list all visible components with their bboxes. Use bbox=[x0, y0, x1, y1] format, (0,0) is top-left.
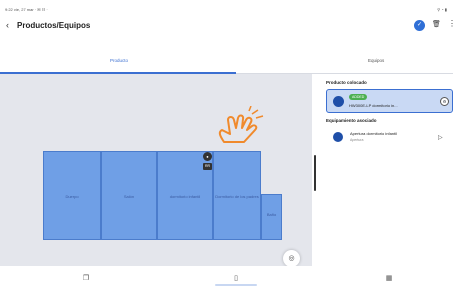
trash-icon[interactable]: 🗑 bbox=[432, 20, 441, 28]
nav-devices-icon[interactable]: ❐ bbox=[76, 274, 96, 282]
tab-producto[interactable]: Producto bbox=[110, 58, 128, 63]
more-vert-icon[interactable]: ⋮ bbox=[448, 19, 453, 28]
nav-floorplan-icon[interactable]: ▯ bbox=[226, 274, 246, 282]
equipment-type: Apertura bbox=[350, 138, 364, 142]
product-action-icon[interactable]: ⚙ bbox=[440, 97, 449, 106]
equipment-avatar-icon bbox=[333, 132, 343, 142]
status-badge: ADDED bbox=[349, 94, 368, 100]
product-marker-tag: RR bbox=[203, 163, 212, 170]
room-dormitorio-padres[interactable]: Dormitorio de los padres bbox=[213, 151, 261, 240]
app-bar: ‹ Productos/Equipos ✓ 🗑 ⋮ bbox=[0, 16, 453, 36]
page-title: Productos/Equipos bbox=[17, 21, 91, 30]
tab-equipos[interactable]: Equipos bbox=[368, 58, 384, 63]
nav-grid-icon[interactable]: ▦ bbox=[379, 274, 399, 282]
nav-active-indicator bbox=[215, 284, 257, 286]
product-section-title: Producto colocado bbox=[326, 80, 367, 85]
product-avatar-icon bbox=[333, 96, 344, 107]
tap-hand-icon bbox=[218, 106, 264, 143]
details-panel: Producto colocado ADDED HW300E-LP dormit… bbox=[318, 74, 453, 266]
equipment-name: Apertura dormitorio infantil bbox=[350, 131, 397, 136]
bottom-navigation: ❐ ▯ ▦ bbox=[0, 266, 453, 288]
status-left: 9:22 vie, 27 mar · ✉ ☷ · bbox=[5, 7, 48, 12]
product-card[interactable]: ADDED HW300E-LP dormitorio in... ⚙ › bbox=[326, 89, 453, 113]
play-icon[interactable]: ▷ bbox=[438, 134, 443, 141]
recenter-button[interactable]: ◎ bbox=[283, 250, 300, 267]
back-arrow-icon[interactable]: ‹ bbox=[6, 20, 9, 30]
check-icon[interactable]: ✓ bbox=[414, 20, 425, 31]
room-salon[interactable]: Salón bbox=[101, 151, 157, 240]
room-bano[interactable]: Baño bbox=[261, 194, 282, 240]
product-marker-icon[interactable]: ● bbox=[203, 152, 212, 161]
status-bar: 9:22 vie, 27 mar · ✉ ☷ · ⚲ ◔ ▮ bbox=[0, 0, 453, 16]
equipment-section-title: Equipamiento asociado bbox=[326, 118, 377, 123]
product-name: HW300E-LP dormitorio in... bbox=[349, 103, 398, 108]
panel-splitter-handle[interactable] bbox=[314, 155, 316, 191]
status-right: ⚲ ◔ ▮ bbox=[437, 7, 447, 12]
equipment-item[interactable]: Apertura dormitorio infantil Apertura ▷ … bbox=[326, 127, 453, 149]
room-duerpo[interactable]: Duerpo bbox=[43, 151, 101, 240]
